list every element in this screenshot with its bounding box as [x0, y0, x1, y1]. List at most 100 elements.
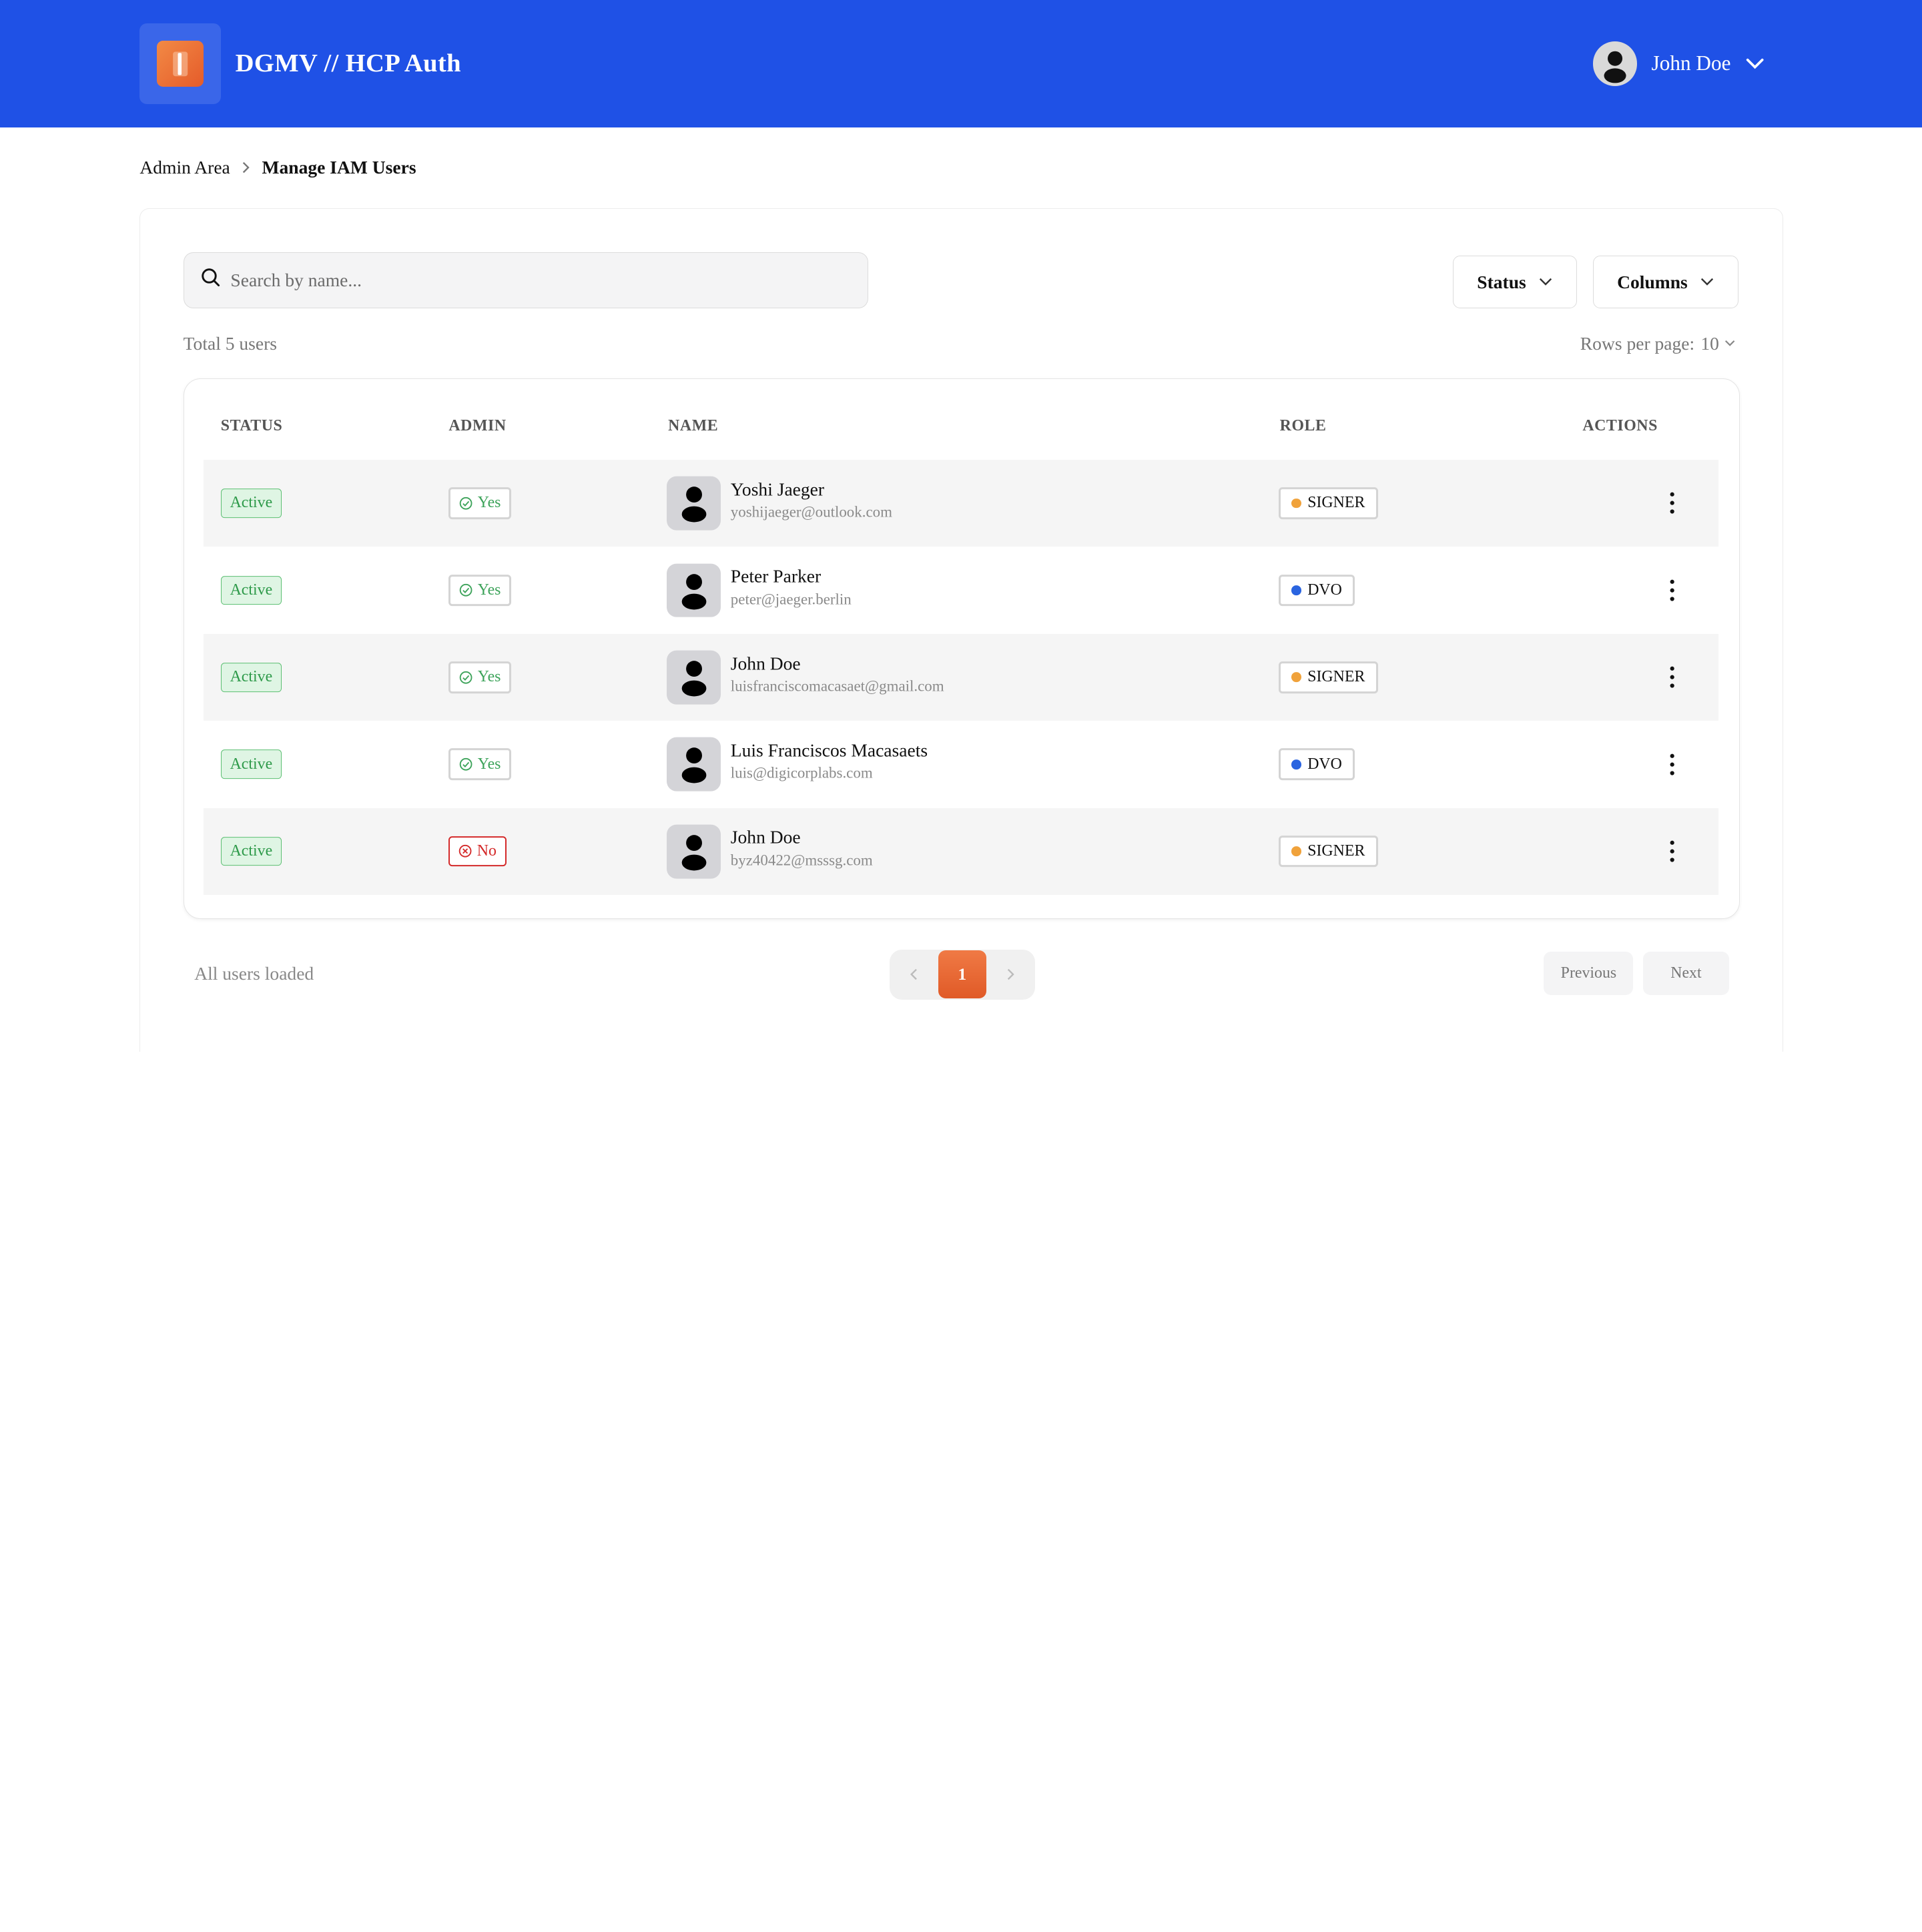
role-cell: SIGNER — [1278, 835, 1378, 868]
admin-badge-label: Yes — [477, 494, 501, 512]
previous-page-button[interactable]: Previous — [1544, 952, 1634, 995]
table-row[interactable]: Active Yes Luis Franciscos Macasaets luis@d… — [204, 721, 1718, 808]
user-avatar-icon — [681, 747, 707, 783]
check-circle-icon — [459, 671, 472, 684]
table-row[interactable]: Active Yes Yoshi Jaeger yoshijaeger@outlook… — [204, 459, 1719, 547]
actions-cell — [1664, 661, 1679, 693]
user-name: Peter Parker — [730, 565, 822, 587]
column-header-actions: ACTIONS — [1582, 416, 1658, 434]
more-actions-icon[interactable] — [1664, 487, 1679, 519]
check-circle-icon — [459, 497, 472, 510]
status-filter-label: Status — [1477, 271, 1526, 292]
more-actions-icon[interactable] — [1664, 661, 1679, 693]
breadcrumb-admin-area[interactable]: Admin Area — [139, 157, 230, 178]
table-header: STATUS ADMIN NAME ROLE ACTIONS — [184, 379, 1740, 460]
actions-cell — [1664, 836, 1679, 868]
admin-badge-label: Yes — [477, 668, 501, 686]
admin-badge: Yes — [448, 748, 512, 781]
chevron-right-icon[interactable] — [986, 967, 1035, 982]
chevron-down-icon — [1538, 277, 1553, 287]
columns-filter-label: Columns — [1617, 271, 1688, 292]
user-info: Luis Franciscos Macasaets luis@digicorpla… — [731, 740, 928, 783]
admin-badge-label: Yes — [477, 581, 501, 599]
user-avatar-icon — [681, 487, 707, 523]
name-cell: John Doe byz40422@msssg.com — [667, 824, 1157, 879]
chevron-right-icon — [241, 160, 251, 175]
user-menu[interactable]: John Doe — [1592, 41, 1765, 86]
user-avatar-icon — [681, 573, 707, 609]
status-cell: Active — [220, 836, 282, 866]
rows-per-page-select[interactable]: Rows per page: 10 — [1580, 333, 1736, 354]
admin-cell: No — [448, 836, 507, 867]
table-row[interactable]: Active Yes John Doe luisfranciscomacasaet@g… — [204, 633, 1719, 721]
actions-cell — [1664, 748, 1679, 780]
users-table: STATUS ADMIN NAME ROLE ACTIONS Active Yes… — [183, 378, 1740, 919]
status-cell: Active — [220, 489, 282, 518]
page-number-current[interactable]: 1 — [938, 950, 986, 999]
role-label: SIGNER — [1307, 494, 1365, 512]
status-cell: Active — [220, 663, 282, 692]
table-row[interactable]: Active No John Doe byz40422@msssg.com SIGNER — [204, 808, 1719, 895]
role-cell: DVO — [1278, 574, 1355, 607]
app-title: DGMV // HCP Auth — [235, 49, 461, 78]
role-label: DVO — [1307, 755, 1342, 773]
name-cell: Luis Franciscos Macasaets luis@digicorpla… — [667, 737, 1157, 791]
rows-per-page-label: Rows per page: — [1580, 332, 1695, 354]
search-input[interactable] — [230, 269, 820, 291]
column-header-status[interactable]: STATUS — [221, 417, 283, 435]
check-circle-icon — [459, 583, 472, 597]
user-info: Yoshi Jaeger yoshijaeger@outlook.com — [731, 478, 892, 521]
column-header-admin[interactable]: ADMIN — [448, 417, 506, 435]
total-users-text: Total 5 users — [183, 332, 278, 354]
column-header-name[interactable]: NAME — [668, 417, 718, 435]
search-icon — [201, 268, 220, 292]
admin-cell: Yes — [448, 748, 512, 781]
user-avatar-icon — [681, 661, 707, 697]
role-cell: SIGNER — [1278, 487, 1378, 519]
columns-filter-button[interactable]: Columns — [1592, 256, 1739, 308]
chevron-down-icon — [1745, 53, 1765, 75]
role-label: DVO — [1307, 581, 1342, 599]
check-circle-icon — [459, 757, 472, 771]
user-info: Peter Parker peter@jaeger.berlin — [731, 566, 852, 609]
more-actions-icon[interactable] — [1664, 575, 1679, 607]
user-name: John Doe — [730, 653, 801, 674]
status-badge: Active — [220, 749, 282, 779]
page: DGMV // HCP Auth John Doe Admin Area Man… — [0, 0, 1922, 1052]
admin-cell: Yes — [448, 661, 512, 693]
role-badge: SIGNER — [1278, 487, 1378, 519]
user-name: Yoshi Jaeger — [730, 478, 825, 500]
chevron-left-icon[interactable] — [890, 967, 938, 982]
user-info: John Doe luisfranciscomacasaet@gmail.com — [731, 653, 944, 695]
user-email: peter@jaeger.berlin — [730, 591, 852, 608]
table-row[interactable]: Active Yes Peter Parker peter@jaeger.berlin… — [204, 547, 1718, 633]
status-cell: Active — [220, 749, 282, 779]
chevron-down-icon — [1724, 339, 1736, 348]
breadcrumb-current: Manage IAM Users — [262, 157, 416, 178]
avatar — [667, 476, 721, 531]
search-box[interactable] — [183, 252, 869, 308]
role-dot-icon — [1291, 585, 1302, 595]
admin-badge: Yes — [448, 661, 512, 693]
next-page-button[interactable]: Next — [1643, 952, 1729, 995]
avatar — [667, 824, 721, 879]
role-label: SIGNER — [1307, 842, 1365, 860]
role-label: SIGNER — [1307, 668, 1365, 686]
status-filter-button[interactable]: Status — [1453, 256, 1577, 308]
column-header-role[interactable]: ROLE — [1280, 417, 1327, 435]
logo-container[interactable] — [139, 23, 221, 105]
name-cell: Peter Parker peter@jaeger.berlin — [667, 563, 1157, 617]
user-name: Luis Franciscos Macasaets — [730, 739, 928, 761]
admin-badge: Yes — [448, 487, 512, 519]
admin-badge: Yes — [448, 574, 512, 607]
user-email: byz40422@msssg.com — [730, 852, 873, 869]
admin-cell: Yes — [448, 574, 512, 607]
role-badge: DVO — [1278, 574, 1355, 607]
more-actions-icon[interactable] — [1664, 836, 1679, 868]
role-cell: SIGNER — [1278, 661, 1378, 693]
chevron-down-icon — [1700, 277, 1714, 287]
user-email: luisfranciscomacasaet@gmail.com — [730, 677, 944, 695]
avatar — [667, 737, 721, 791]
role-dot-icon — [1291, 846, 1302, 857]
more-actions-icon[interactable] — [1664, 748, 1679, 780]
